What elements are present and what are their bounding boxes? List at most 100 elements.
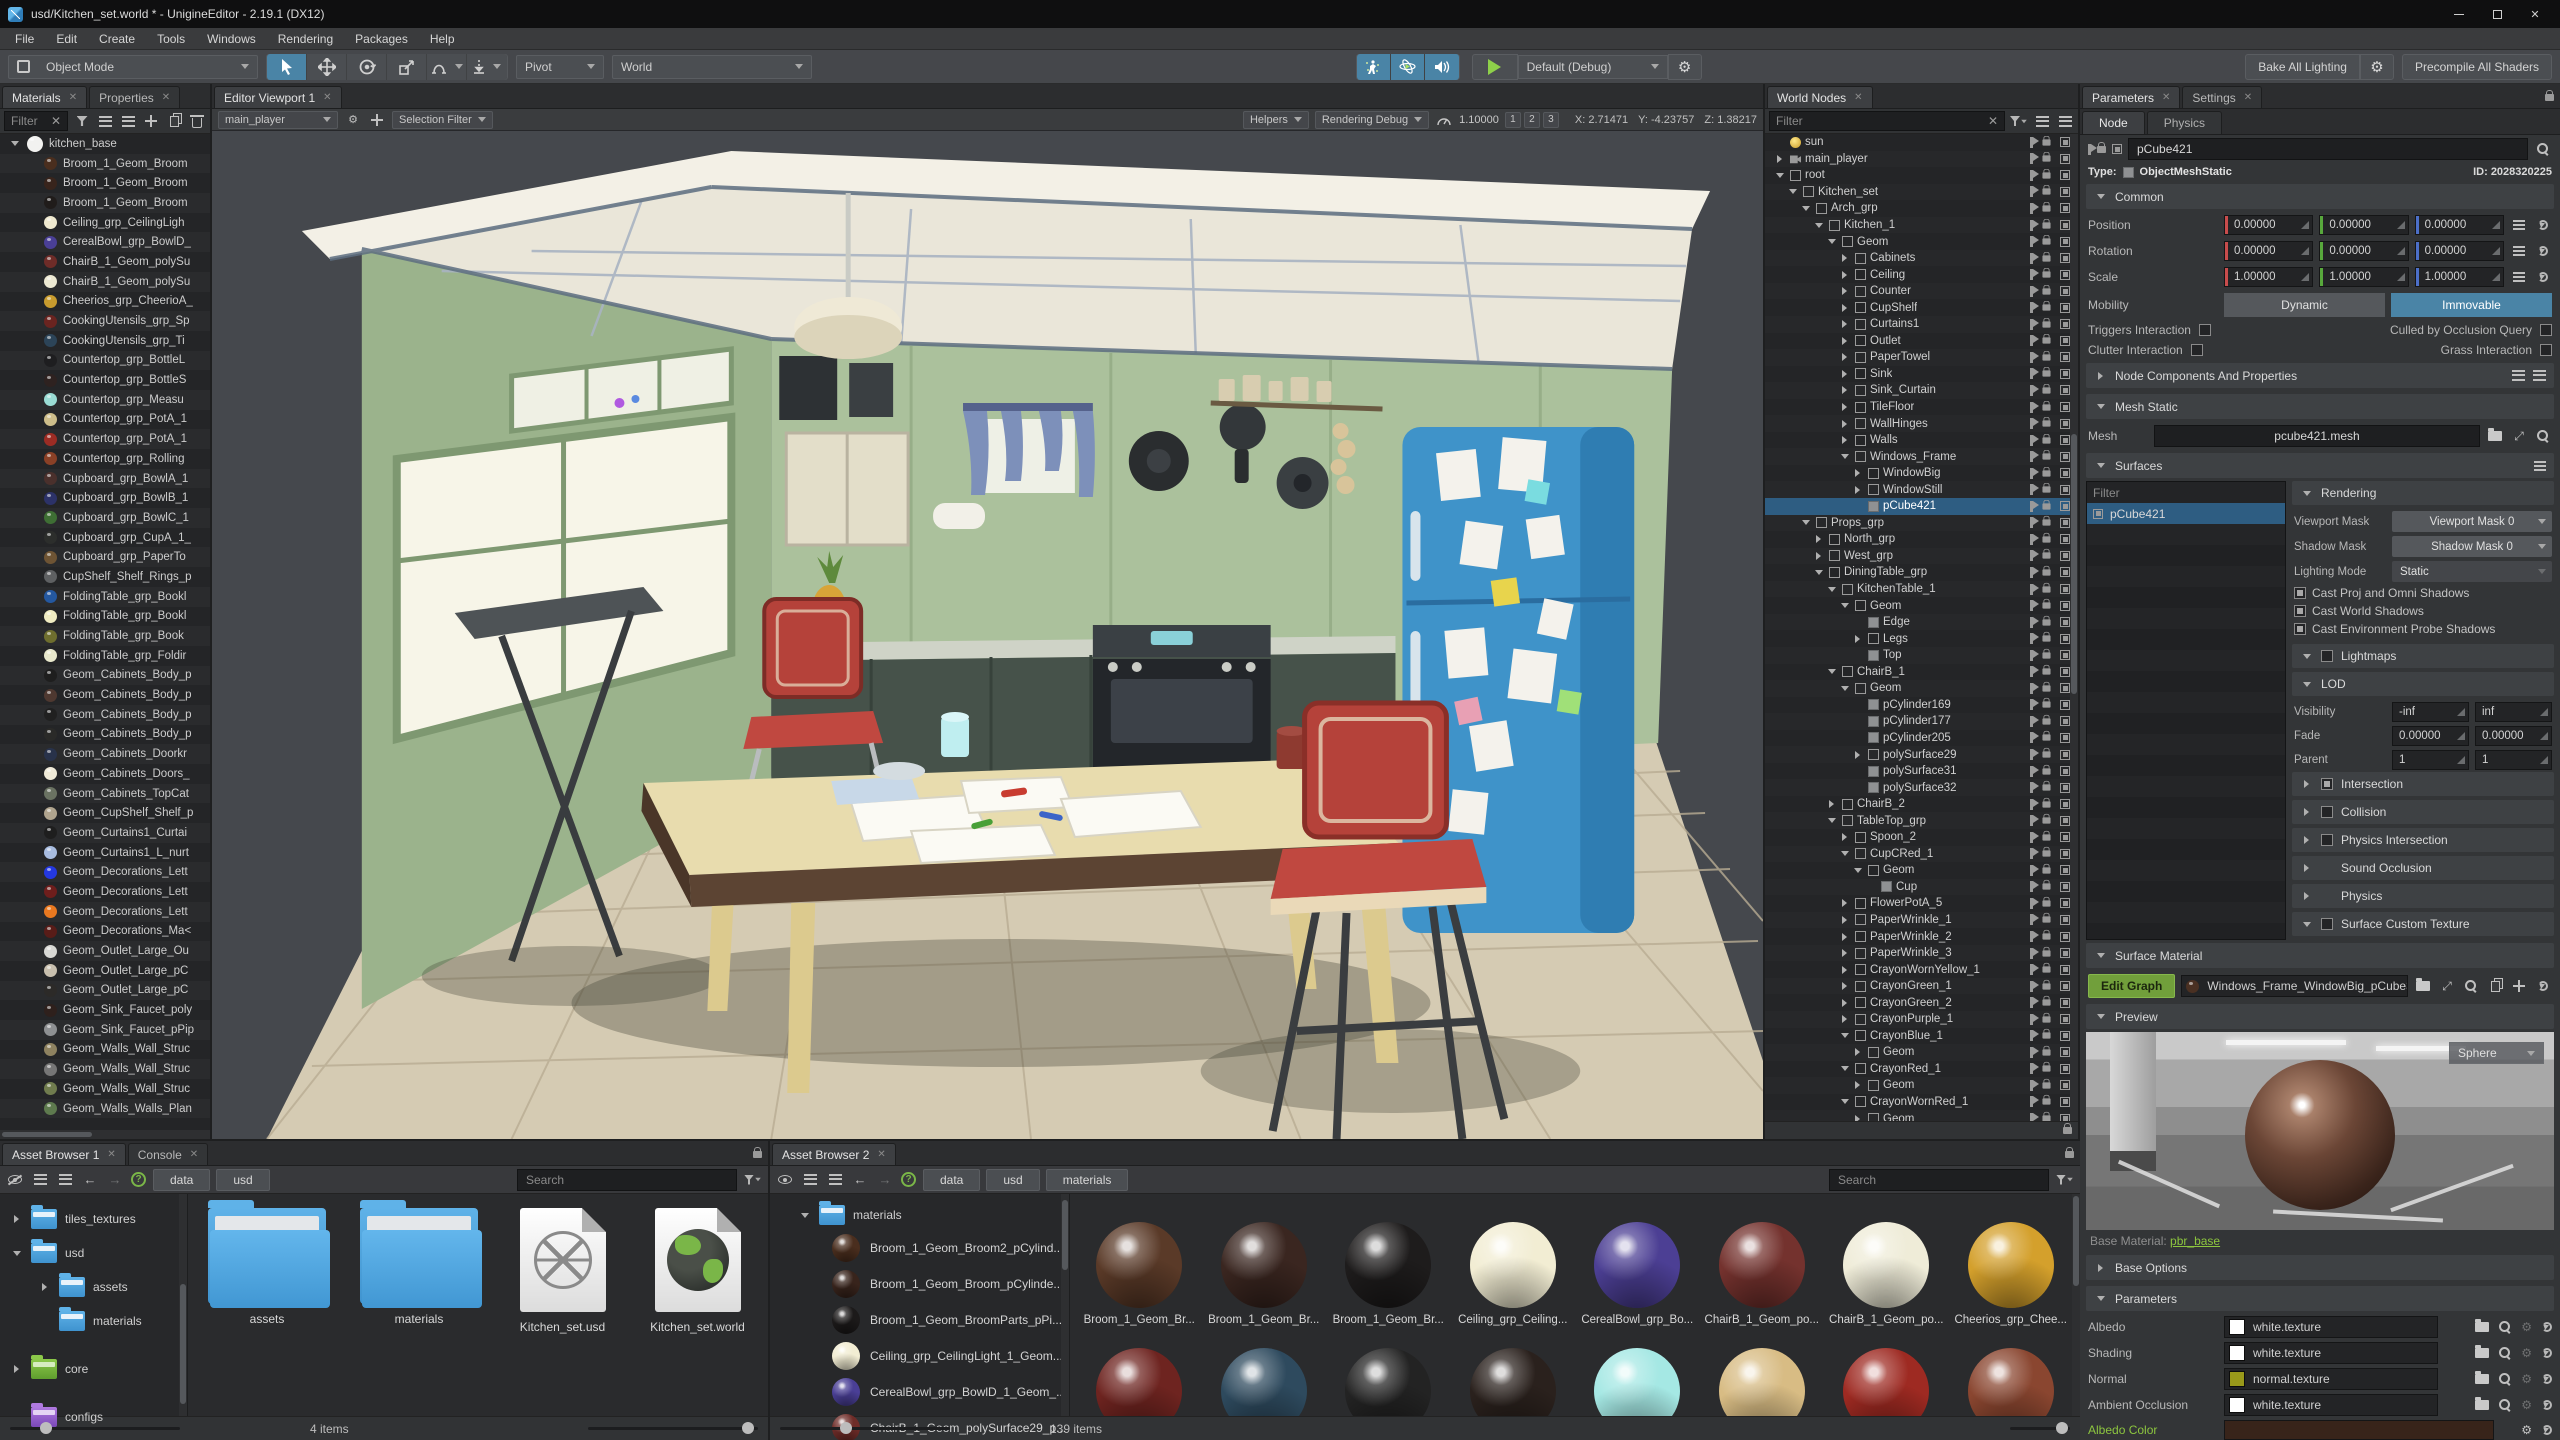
- tree-node-row[interactable]: WallHinges: [1765, 415, 2078, 432]
- delete-material-icon[interactable]: [188, 112, 206, 130]
- material-row[interactable]: FoldingTable_grp_Book: [0, 626, 210, 646]
- tab-parameters[interactable]: Parameters✕: [2082, 86, 2180, 108]
- flag-icon[interactable]: [2030, 1047, 2033, 1058]
- lock-icon[interactable]: [2042, 172, 2050, 178]
- gear-icon[interactable]: ⚙: [2521, 1320, 2532, 1334]
- node-name-input[interactable]: pCube421: [2128, 138, 2528, 160]
- lock-icon[interactable]: [2042, 1049, 2050, 1055]
- material-row[interactable]: Cupboard_grp_BowlA_1: [0, 469, 210, 489]
- culled-by-occlusion-checkbox[interactable]: Culled by Occlusion Query: [2390, 323, 2552, 337]
- material-thumbnail[interactable]: CerealBowl_grp_Bo...: [1578, 1202, 1697, 1326]
- expand-arrow-icon[interactable]: [1838, 682, 1851, 695]
- run-settings-gear-button[interactable]: ⚙: [1668, 54, 1702, 80]
- close-icon[interactable]: ✕: [1854, 92, 1862, 103]
- enabled-checkbox[interactable]: [2060, 981, 2070, 991]
- enabled-checkbox[interactable]: [2060, 286, 2070, 296]
- back-icon[interactable]: ←: [81, 1171, 99, 1189]
- flag-icon[interactable]: [2030, 1080, 2033, 1091]
- tree-node-row[interactable]: Legs: [1765, 630, 2078, 647]
- enabled-checkbox[interactable]: [2060, 733, 2070, 743]
- menu-icon[interactable]: [2510, 268, 2528, 286]
- reset-icon[interactable]: [2542, 1425, 2552, 1435]
- material-row[interactable]: Geom_Cabinets_Body_p: [0, 705, 210, 725]
- expand-arrow-icon[interactable]: [1838, 318, 1851, 331]
- section-preview[interactable]: Preview: [2086, 1004, 2554, 1029]
- expand-arrow-icon[interactable]: [1851, 616, 1864, 629]
- tab-physics[interactable]: Physics: [2147, 111, 2222, 134]
- material-row[interactable]: Broom_1_Geom_Broom: [0, 154, 210, 174]
- lock-icon[interactable]: [2042, 983, 2050, 989]
- search-icon[interactable]: [2462, 977, 2480, 995]
- material-row[interactable]: Geom_Walls_Wall_Struc: [0, 1040, 210, 1060]
- tree-node-row[interactable]: pCylinder169: [1765, 697, 2078, 714]
- fade-min-input[interactable]: 0.00000: [2392, 726, 2469, 746]
- enabled-checkbox[interactable]: [2060, 303, 2070, 313]
- rotation-y-input[interactable]: 0.00000: [2319, 241, 2408, 261]
- expand-arrow-icon[interactable]: [1851, 864, 1864, 877]
- search-input[interactable]: Search: [517, 1169, 737, 1191]
- fade-max-input[interactable]: 0.00000: [2475, 726, 2552, 746]
- material-row[interactable]: Geom_Walls_Wall_Struc: [0, 1059, 210, 1079]
- gear-icon[interactable]: ⚙: [2521, 1423, 2532, 1437]
- expand-arrow-icon[interactable]: [1838, 367, 1851, 380]
- tree-node-row[interactable]: Geom: [1765, 1077, 2078, 1094]
- enabled-checkbox[interactable]: [2060, 1031, 2070, 1041]
- position-z-input[interactable]: 0.00000: [2415, 215, 2504, 235]
- shadow-checkbox-row[interactable]: Cast Proj and Omni Shadows: [2292, 584, 2554, 602]
- tree-node-row[interactable]: Arch_grp: [1765, 200, 2078, 217]
- tree-node-row[interactable]: Kitchen_set: [1765, 184, 2078, 201]
- material-row[interactable]: FoldingTable_grp_Bookl: [0, 587, 210, 607]
- tab-materials[interactable]: Materials✕: [2, 86, 87, 108]
- material-row[interactable]: Geom_Cabinets_Body_p: [0, 666, 210, 686]
- expand-arrow-icon[interactable]: [1838, 301, 1851, 314]
- expand-arrow-icon[interactable]: [1838, 947, 1851, 960]
- flag-icon[interactable]: [2030, 253, 2033, 264]
- flag-icon[interactable]: [2030, 236, 2033, 247]
- tab-properties[interactable]: Properties✕: [89, 86, 180, 108]
- lock-icon[interactable]: [2042, 487, 2050, 493]
- material-thumbnail[interactable]: Broom_1_Geom_Br...: [1080, 1202, 1199, 1326]
- grass-interaction-checkbox[interactable]: Grass Interaction: [2441, 343, 2552, 357]
- clone-material-icon[interactable]: [165, 112, 183, 130]
- expand-arrow-icon[interactable]: [1838, 831, 1851, 844]
- camera-settings-gear-icon[interactable]: ⚙: [344, 111, 362, 129]
- material-thumbnail[interactable]: ChairB_1_Geom_po...: [1827, 1202, 1946, 1326]
- camera-speed-icon[interactable]: [1435, 111, 1453, 129]
- lock-icon[interactable]: [2042, 950, 2050, 956]
- material-row[interactable]: Countertop_grp_BottleL: [0, 351, 210, 371]
- lock-icon[interactable]: [2042, 354, 2050, 360]
- flag-icon[interactable]: [2030, 484, 2033, 495]
- flag-icon[interactable]: [2030, 716, 2033, 727]
- clear-filter-icon[interactable]: ✕: [51, 114, 61, 128]
- expand-arrow-icon[interactable]: [1799, 202, 1812, 215]
- tree-node-row[interactable]: CrayonBlue_1: [1765, 1028, 2078, 1045]
- speed-preset-button[interactable]: 3: [1543, 112, 1559, 128]
- lock-icon[interactable]: [2042, 536, 2050, 542]
- enabled-checkbox[interactable]: [2060, 832, 2070, 842]
- material-row[interactable]: Broom_1_Geom_Broom: [0, 193, 210, 213]
- breadcrumb-button[interactable]: data: [153, 1169, 210, 1191]
- enabled-checkbox[interactable]: [2060, 435, 2070, 445]
- tree-node-row[interactable]: Windows_Frame: [1765, 448, 2078, 465]
- expand-arrow-icon[interactable]: [1851, 467, 1864, 480]
- search-icon[interactable]: [2534, 427, 2552, 445]
- tree-node-row[interactable]: Sink: [1765, 366, 2078, 383]
- flag-icon[interactable]: [2030, 286, 2033, 297]
- enabled-checkbox[interactable]: [2060, 336, 2070, 346]
- physics-toggle-button[interactable]: [1391, 54, 1425, 80]
- material-row[interactable]: Geom_CupShelf_Shelf_p: [0, 803, 210, 823]
- flag-icon[interactable]: [2030, 1014, 2033, 1025]
- material-row[interactable]: Geom_Cabinets_Body_p: [0, 725, 210, 745]
- shadow-mask-dropdown[interactable]: Shadow Mask 0: [2392, 536, 2552, 557]
- expand-arrow-icon[interactable]: [1838, 1029, 1851, 1042]
- forward-icon[interactable]: →: [106, 1171, 124, 1189]
- search-icon[interactable]: [2499, 1321, 2511, 1333]
- tree-node-row[interactable]: Walls: [1765, 432, 2078, 449]
- lock-icon[interactable]: [2042, 834, 2050, 840]
- material-asset-row[interactable]: Broom_1_Geom_Broom2_pCylind...: [770, 1230, 1069, 1266]
- parent-min-input[interactable]: 1: [2392, 750, 2469, 770]
- enabled-checkbox[interactable]: [2060, 468, 2070, 478]
- enabled-checkbox[interactable]: [2060, 385, 2070, 395]
- lock-icon[interactable]: [2042, 271, 2050, 277]
- expand-arrow-icon[interactable]: [1838, 334, 1851, 347]
